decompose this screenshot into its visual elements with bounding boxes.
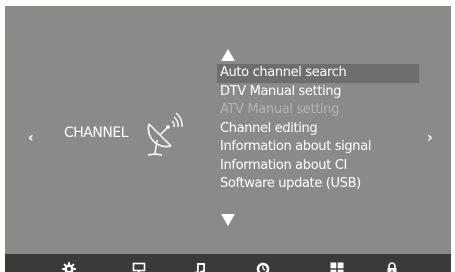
previous-category-arrow[interactable]: ‹ <box>28 131 34 145</box>
menu-item-software-update[interactable]: Software update (USB) <box>217 175 419 194</box>
next-category-arrow[interactable]: › <box>427 131 433 145</box>
menu-item-ci-information[interactable]: Information about CI <box>217 157 419 176</box>
bottom-tab-bar <box>5 254 451 272</box>
monitor-icon[interactable] <box>132 262 146 272</box>
menu-item-auto-channel-search[interactable]: Auto channel search <box>217 64 419 83</box>
menu-item-dtv-manual-setting[interactable]: DTV Manual setting <box>217 83 419 102</box>
tv-menu-screen: ‹ › CHANNEL Auto channel search DTV Manu… <box>5 6 451 272</box>
satellite-dish-icon <box>147 112 183 156</box>
triangle-down-icon[interactable] <box>221 214 235 226</box>
lock-icon[interactable] <box>385 262 399 272</box>
music-note-icon[interactable] <box>193 262 207 272</box>
category-title: CHANNEL <box>64 125 128 141</box>
menu-item-channel-editing[interactable]: Channel editing <box>217 120 419 139</box>
grid-icon[interactable] <box>330 262 344 272</box>
menu-item-signal-information[interactable]: Information about signal <box>217 138 419 157</box>
gear-icon[interactable] <box>62 262 76 272</box>
channel-menu-list: Auto channel search DTV Manual setting A… <box>217 64 419 194</box>
triangle-up-icon[interactable] <box>221 49 235 61</box>
clock-icon[interactable] <box>256 262 270 272</box>
menu-item-atv-manual-setting: ATV Manual setting <box>220 102 339 117</box>
